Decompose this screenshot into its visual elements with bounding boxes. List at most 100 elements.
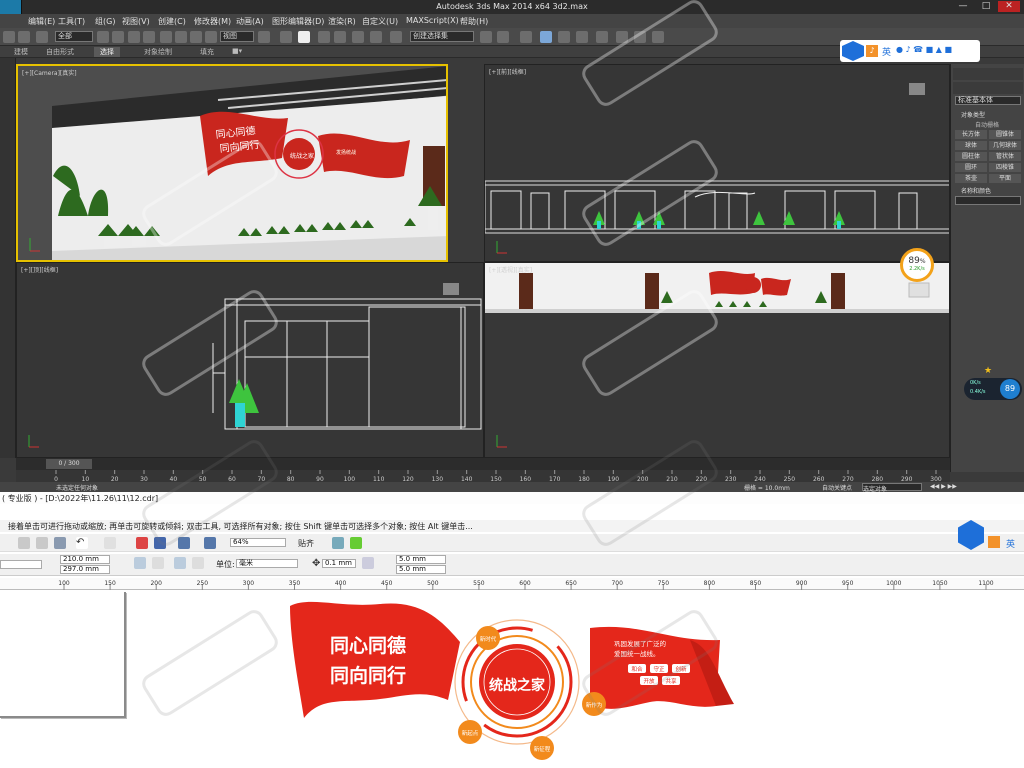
spinner-snap-icon[interactable]	[370, 31, 382, 43]
auto-key-button[interactable]: 自动关键点	[822, 483, 852, 492]
graphite-toggle-icon[interactable]	[540, 31, 552, 43]
rotate-icon[interactable]	[175, 31, 187, 43]
material-editor-icon[interactable]	[596, 31, 608, 43]
maximize-icon[interactable]: □	[975, 1, 997, 12]
unlink-icon[interactable]	[18, 31, 30, 43]
viewport-perspective[interactable]: [+][透视][真实]	[484, 262, 950, 458]
mirror-icon[interactable]	[480, 31, 492, 43]
artwork[interactable]: 同心同德 同向同行 统战之家 巩固发展了广泛的 爱国统一战线。 和合 守正 创新…	[0, 492, 1024, 768]
command-tabs[interactable]	[953, 68, 1023, 80]
ime-lang[interactable]: 英	[882, 45, 891, 58]
track-ticks: 0 10 20 30 40 50 60 70 80 90 100 110 120 130 140 150 160…	[54, 470, 942, 482]
menu-item[interactable]: 渲染(R)	[328, 16, 356, 27]
menu-item[interactable]: 工具(T)	[58, 16, 85, 27]
select-icon[interactable]	[97, 31, 109, 43]
render-icon[interactable]	[652, 31, 664, 43]
percent-snap-icon[interactable]	[352, 31, 364, 43]
prim-sphere-button[interactable]: 球体	[955, 141, 987, 150]
top-wireframe	[28, 283, 482, 448]
viewport-camera[interactable]: [+][Camera][真实] 同心同德 同向同行 统战之家 发扬统战	[16, 64, 448, 262]
left-strip	[0, 58, 16, 458]
named-selection-dropdown[interactable]: 创建选择集	[410, 31, 474, 42]
primitive-type-dropdown[interactable]: 标准基本体	[955, 96, 1021, 105]
ribbon-tab[interactable]: 对象绘制	[144, 47, 172, 57]
track-bar[interactable]: 0 10 20 30 40 50 60 70 80 90 100 110 120 130 140 150 160…	[16, 470, 950, 482]
keyboard-shortcut-icon[interactable]	[298, 31, 310, 43]
rendered-frame-icon[interactable]	[634, 31, 646, 43]
menu-item[interactable]: 修改器(M)	[194, 16, 231, 27]
viewport-label: [+][透视][真实]	[489, 267, 533, 274]
render-setup-icon[interactable]	[616, 31, 628, 43]
edit-named-sel-icon[interactable]	[390, 31, 402, 43]
minimize-icon[interactable]: —	[952, 1, 974, 12]
pivot-icon[interactable]	[258, 31, 270, 43]
ime-tools-icon[interactable]: ● ♪ ☎ ■ ▲ ■	[896, 45, 952, 54]
prim-plane-button[interactable]: 平面	[989, 174, 1021, 183]
perf-rate: 2.2K/s	[909, 266, 925, 272]
menu-item[interactable]: MAXScript(X)	[406, 16, 459, 25]
snap-toggle-icon[interactable]	[318, 31, 330, 43]
curve-editor-icon[interactable]	[558, 31, 570, 43]
network-speed-widget[interactable]: 0K/s 0.4K/s 89	[964, 378, 1022, 400]
art-body-line1: 巩固发展了广泛的	[614, 639, 667, 648]
wall-sign-sub: 发扬统战	[336, 149, 356, 156]
ribbon-tab[interactable]: 建模	[14, 47, 28, 57]
schematic-view-icon[interactable]	[576, 31, 588, 43]
menu-item[interactable]: 视图(V)	[122, 16, 150, 27]
menu-item[interactable]: 组(G)	[95, 16, 115, 27]
time-slider[interactable]: 0 / 300	[16, 458, 950, 470]
title-bar: Autodesk 3ds Max 2014 x64 3d2.max — □ ✕	[0, 0, 1024, 14]
prim-pyramid-button[interactable]: 四棱锥	[989, 163, 1021, 172]
reference-coordinate-dropdown[interactable]: 视图	[220, 31, 254, 42]
prim-teapot-button[interactable]: 茶壶	[955, 174, 987, 183]
link-icon[interactable]	[3, 31, 15, 43]
prim-tube-button[interactable]: 管状体	[989, 152, 1021, 161]
prim-cone-button[interactable]: 圆锥体	[989, 130, 1021, 139]
net-down: 0.4K/s	[970, 389, 986, 395]
boost-icon[interactable]: ★	[984, 366, 992, 376]
menu-item[interactable]: 图形编辑器(D)	[272, 16, 324, 27]
wall-sign-center: 统战之家	[290, 152, 314, 160]
auto-grid-checkbox[interactable]: 自动栅格	[975, 120, 999, 129]
rollout-object-type[interactable]: 对象类型	[961, 110, 985, 119]
ribbon-options-icon[interactable]: ■▾	[232, 47, 242, 55]
ime-toolbar[interactable]: ♪ 英 ● ♪ ☎ ■ ▲ ■	[840, 40, 980, 62]
perf-monitor-widget[interactable]: 89% 2.2K/s	[900, 248, 934, 282]
rotate-icon[interactable]	[205, 31, 217, 43]
select-manipulate-icon[interactable]	[280, 31, 292, 43]
rect-region-icon[interactable]	[128, 31, 140, 43]
menu-item[interactable]: 帮助(H)	[460, 16, 488, 27]
menu-item[interactable]: 动画(A)	[236, 16, 264, 27]
align-icon[interactable]	[497, 31, 509, 43]
prim-geosphere-button[interactable]: 几何球体	[989, 141, 1021, 150]
ribbon-tab[interactable]: 填充	[200, 47, 214, 57]
select-by-name-icon[interactable]	[112, 31, 124, 43]
viewport-front[interactable]: [+][前][线框]	[484, 64, 950, 262]
playback-controls-icon[interactable]: ◀◀ ▶ ▶▶	[930, 483, 957, 490]
prim-cylinder-button[interactable]: 圆柱体	[955, 152, 987, 161]
rollout-name-color[interactable]: 名称和颜色	[961, 186, 991, 195]
chip-label: 创新	[675, 665, 687, 673]
scale-icon[interactable]	[190, 31, 202, 43]
window-crossing-icon[interactable]	[143, 31, 155, 43]
layer-manager-icon[interactable]	[520, 31, 532, 43]
create-category-icons[interactable]	[953, 82, 1023, 94]
chip-label: 守正	[653, 665, 665, 673]
angle-snap-icon[interactable]	[334, 31, 346, 43]
perspective-scene	[485, 263, 949, 448]
prim-box-button[interactable]: 长方体	[955, 130, 987, 139]
time-slider-thumb[interactable]: 0 / 300	[46, 459, 92, 469]
viewport-top[interactable]: [+][顶][线框]	[16, 262, 484, 458]
bind-icon[interactable]	[36, 31, 48, 43]
menu-item[interactable]: 编辑(E)	[28, 16, 55, 27]
move-icon[interactable]	[160, 31, 172, 43]
close-icon[interactable]: ✕	[998, 1, 1020, 12]
ribbon-tab[interactable]: 自由形式	[46, 47, 74, 57]
key-filter-dropdown[interactable]: 选定对象	[862, 483, 922, 492]
menu-item[interactable]: 自定义(U)	[362, 16, 398, 27]
prim-torus-button[interactable]: 圆环	[955, 163, 987, 172]
menu-item[interactable]: 创建(C)	[158, 16, 186, 27]
selection-filter-dropdown[interactable]: 全部	[55, 31, 93, 42]
object-name-field[interactable]	[955, 196, 1021, 205]
ribbon-tab-active[interactable]: 选择	[94, 47, 120, 57]
